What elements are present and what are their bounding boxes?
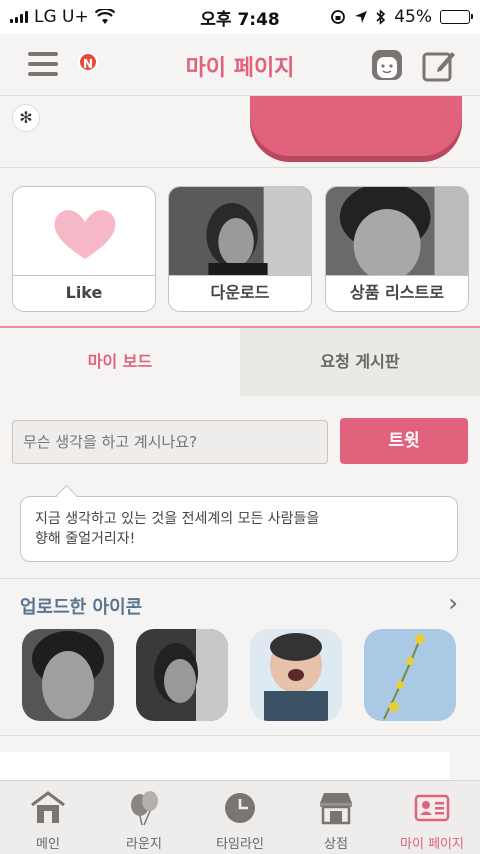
board-tabs: 마이 보드 요청 게시판	[0, 328, 480, 396]
rotation-lock-icon	[331, 10, 346, 24]
nav-label: 메인	[36, 837, 60, 852]
like-card-image	[13, 187, 155, 277]
carrier-label: LG U+	[34, 7, 89, 27]
nav-item-main[interactable]: 메인	[0, 781, 96, 854]
download-card-photo	[169, 187, 311, 277]
uploaded-icon-thumb[interactable]	[22, 629, 114, 721]
write-note-icon[interactable]	[422, 48, 456, 82]
banner-pill	[250, 96, 462, 156]
nav-label: 상점	[324, 837, 348, 852]
page-title: 마이 페이지	[185, 56, 295, 81]
signal-icon	[10, 11, 28, 23]
wifi-icon	[94, 9, 115, 24]
status-bar: LG U+ 오후 7:48 45%	[0, 0, 480, 34]
tab-my-board[interactable]: 마이 보드	[0, 328, 240, 396]
product-list-card-label: 상품 리스트로	[326, 275, 468, 311]
compose-hint-tooltip: 지금 생각하고 있는 것을 전세계의 모든 사람들을 향해 줄얼거리자!	[20, 496, 458, 562]
content-strip	[0, 752, 450, 782]
tooltip-line-2: 향해 줄얼거리자!	[35, 531, 136, 547]
tweet-button[interactable]: 트윗	[340, 418, 468, 464]
location-icon	[355, 11, 368, 23]
uploaded-icon-thumb[interactable]	[136, 629, 228, 721]
like-card[interactable]: Like	[12, 186, 156, 312]
nav-item-store[interactable]: 상점	[288, 781, 384, 854]
tab-request-board[interactable]: 요청 게시판	[240, 328, 480, 396]
profile-banner: ✻	[0, 96, 480, 168]
nav-label: 라운지	[126, 837, 162, 852]
bluetooth-icon	[376, 9, 386, 25]
app-header: N 마이 페이지	[0, 34, 480, 96]
uploaded-icon-thumb[interactable]	[364, 629, 456, 721]
bottom-nav: 메인 라운지 타임라인 상점 마이 페이지	[0, 780, 480, 854]
product-card-photo	[326, 187, 468, 277]
tooltip-line-1: 지금 생각하고 있는 것을 전세계의 모든 사람들을	[35, 511, 320, 527]
nav-item-lounge[interactable]: 라운지	[96, 781, 192, 854]
balloons-icon	[131, 791, 158, 825]
download-card-label: 다운로드	[169, 275, 311, 311]
nav-label: 마이 페이지	[400, 837, 464, 852]
nav-item-timeline[interactable]: 타임라인	[192, 781, 288, 854]
my-page-screen: LG U+ 오후 7:48 45% N 마이 페이지 ✻ Like 다운로드 상…	[0, 0, 480, 854]
chevron-right-icon[interactable]: ›	[448, 589, 458, 617]
clock-icon	[225, 793, 255, 823]
nav-label: 타임라인	[216, 837, 264, 852]
uploaded-icons-title: 업로드한 아이콘	[20, 597, 143, 618]
status-time: 오후 7:48	[200, 9, 280, 30]
loading-spinner-icon[interactable]: ✻	[12, 104, 40, 132]
profile-avatar-icon[interactable]	[370, 48, 404, 82]
home-icon	[31, 791, 65, 823]
compose-input[interactable]	[12, 420, 328, 464]
uploaded-icon-thumb[interactable]	[250, 629, 342, 721]
like-card-label: Like	[13, 275, 155, 311]
shortcut-cards: Like 다운로드 상품 리스트로	[0, 168, 480, 328]
product-list-card[interactable]: 상품 리스트로	[325, 186, 469, 312]
nav-item-my-page[interactable]: 마이 페이지	[384, 781, 480, 854]
store-icon	[320, 793, 352, 825]
profile-card-icon	[414, 794, 450, 822]
battery-percent: 45%	[394, 7, 432, 27]
download-card[interactable]: 다운로드	[168, 186, 312, 312]
battery-icon	[440, 10, 473, 24]
heart-icon	[54, 210, 116, 259]
uploaded-icons-section: 업로드한 아이콘 ›	[0, 578, 480, 736]
